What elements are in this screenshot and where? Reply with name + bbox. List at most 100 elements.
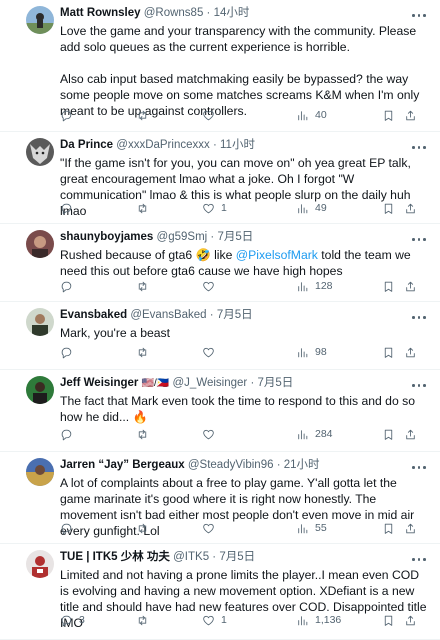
share-button[interactable] [404,426,417,442]
heart-icon [203,429,214,439]
tweet[interactable]: Jarren “Jay” Bergeaux @SteadyVibin96 · 2… [0,452,440,544]
retweet-button[interactable] [136,200,155,216]
retweet-button[interactable] [136,278,155,294]
views-chart-icon [298,110,308,120]
like-button[interactable]: 1 [202,200,227,216]
handle[interactable]: @ITK5 [173,551,209,563]
retweet-icon [138,523,147,533]
like-button[interactable] [202,278,221,294]
more-options-icon[interactable] [412,8,426,22]
bookmark-button[interactable] [382,612,395,628]
tweet-header: shaunyboyjames @g59Smj · 7月5日 [60,231,254,243]
tweet[interactable]: TUE | ITK5 少林 功夫 @ITK5 · 7月5日 Limited an… [0,544,440,640]
more-options-icon[interactable] [412,552,426,566]
reply-button[interactable] [60,107,79,123]
retweet-button[interactable] [136,344,155,360]
views-button[interactable]: 98 [296,344,327,360]
retweet-button[interactable] [136,426,155,442]
views-button[interactable]: 1,136 [296,612,341,628]
bookmark-button[interactable] [382,426,395,442]
reply-button[interactable] [60,278,79,294]
reply-icon [61,110,72,121]
handle[interactable]: @EvansBaked [130,309,206,321]
retweet-icon [138,281,147,291]
more-options-icon[interactable] [412,378,426,392]
views-button[interactable]: 128 [296,278,333,294]
retweet-button[interactable] [136,107,155,123]
retweet-icon [138,110,147,120]
tweet-actions: 128 [60,278,415,294]
timestamp[interactable]: 7月5日 [217,309,253,321]
display-name[interactable]: Jeff Weisinger [60,377,138,389]
display-name[interactable]: Da Prince [60,139,113,151]
views-button[interactable]: 40 [296,107,327,123]
tweet-header: Da Prince @xxxDaPrincexxx · 11小时 [60,139,255,151]
display-name[interactable]: shaunyboyjames [60,231,153,243]
like-button[interactable] [202,344,221,360]
handle[interactable]: @SteadyVibin96 [188,459,274,471]
share-button[interactable] [404,278,417,294]
timestamp[interactable]: 14小时 [214,7,250,19]
display-name[interactable]: Evansbaked [60,309,127,321]
avatar[interactable] [26,376,54,404]
reply-button[interactable] [60,520,79,536]
bookmark-icon [384,110,393,121]
display-name[interactable]: Matt Rownsley [60,7,141,19]
bookmark-button[interactable] [382,520,395,536]
handle[interactable]: @xxxDaPrincexxx [116,139,209,151]
retweet-button[interactable] [136,612,155,628]
like-button[interactable]: 1 [202,612,227,628]
display-name[interactable]: TUE | ITK5 少林 功夫 [60,551,170,563]
more-options-icon[interactable] [412,140,426,154]
tweet[interactable]: shaunyboyjames @g59Smj · 7月5日 Rushed bec… [0,224,440,302]
like-button[interactable] [202,426,221,442]
timestamp[interactable]: 21小时 [284,459,320,471]
retweet-icon [138,203,147,213]
share-button[interactable] [404,200,417,216]
like-button[interactable] [202,520,221,536]
handle[interactable]: @J_Weisinger [173,377,248,389]
bookmark-button[interactable] [382,107,395,123]
timestamp[interactable]: 11小时 [220,139,255,151]
avatar[interactable] [26,550,54,578]
display-name[interactable]: Jarren “Jay” Bergeaux [60,459,185,471]
tweet[interactable]: Matt Rownsley @Rowns85 · 14小时 Love the g… [0,0,440,132]
reply-feed: Matt Rownsley @Rowns85 · 14小时 Love the g… [0,0,440,640]
avatar[interactable] [26,6,54,34]
avatar[interactable] [26,138,54,166]
share-icon [406,281,415,291]
tweet[interactable]: Evansbaked @EvansBaked · 7月5日 Mark, you'… [0,302,440,370]
handle[interactable]: @Rowns85 [144,7,204,19]
share-button[interactable] [404,107,417,123]
timestamp[interactable]: 7月5日 [258,377,294,389]
reply-button[interactable] [60,344,79,360]
bookmark-button[interactable] [382,344,395,360]
mention-link[interactable]: @PixelsofMark [236,248,318,262]
like-button[interactable] [202,107,221,123]
avatar[interactable] [26,230,54,258]
avatar[interactable] [26,308,54,336]
views-button[interactable]: 284 [296,426,333,442]
views-button[interactable]: 55 [296,520,327,536]
more-options-icon[interactable] [412,310,426,324]
handle[interactable]: @g59Smj [157,231,208,243]
retweet-button[interactable] [136,520,155,536]
share-button[interactable] [404,520,417,536]
avatar[interactable] [26,458,54,486]
timestamp[interactable]: 7月5日 [217,231,253,243]
tweet[interactable]: Da Prince @xxxDaPrincexxx · 11小时 "If the… [0,132,440,224]
reply-button[interactable]: 3 [60,612,85,628]
reply-button[interactable] [60,426,79,442]
more-options-icon[interactable] [412,232,426,246]
timestamp[interactable]: 7月5日 [219,551,255,563]
bookmark-button[interactable] [382,278,395,294]
tweet[interactable]: Jeff Weisinger 🇺🇸/🇵🇭 @J_Weisinger · 7月5日… [0,370,440,452]
views-button[interactable]: 49 [296,200,327,216]
bookmark-button[interactable] [382,200,395,216]
reply-count: 3 [79,614,85,626]
share-button[interactable] [404,344,417,360]
reply-icon [61,615,72,626]
share-button[interactable] [404,612,417,628]
more-options-icon[interactable] [412,460,426,474]
reply-button[interactable] [60,200,79,216]
